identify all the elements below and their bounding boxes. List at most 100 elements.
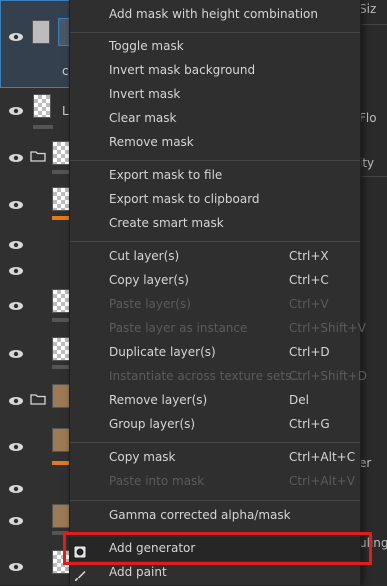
menu-item-label: Add mask with height combination <box>109 7 318 21</box>
menu-item-label: Gamma corrected alpha/mask <box>109 508 291 522</box>
layer-thumbnail[interactable] <box>52 428 70 452</box>
layer-thumbnail[interactable] <box>52 384 70 408</box>
properties-text: uling <box>359 536 387 550</box>
properties-text: Siz <box>359 2 377 16</box>
menu-item-label: Remove mask <box>109 135 194 149</box>
menu-item-label: Create smart mask <box>109 216 224 230</box>
folder-icon <box>30 147 46 162</box>
menu-item-label: Cut layer(s) <box>109 249 180 263</box>
properties-text: ity <box>359 156 375 170</box>
layer-thumbnail[interactable] <box>52 141 70 165</box>
generator-icon <box>74 543 86 558</box>
layer-mask-bar <box>52 170 70 174</box>
menu-item-copy-layer-s[interactable]: Copy layer(s) Ctrl+C <box>70 269 360 293</box>
menu-item-shortcut: Ctrl+Alt+V <box>289 474 355 488</box>
menu-item-cut-layer-s[interactable]: Cut layer(s) Ctrl+X <box>70 245 360 269</box>
menu-item-label: Export mask to file <box>109 168 223 182</box>
menu-item-export-mask-to-file[interactable]: Export mask to file <box>70 164 360 188</box>
visibility-eye-icon[interactable] <box>8 261 24 275</box>
menu-item-instantiate-across-texture-sets: Instantiate across texture sets... Ctrl+S… <box>70 365 367 389</box>
layer-thumbnail[interactable] <box>52 187 70 211</box>
menu-item-shortcut: Ctrl+Shift+V <box>289 321 366 335</box>
menu-separator <box>70 532 360 533</box>
visibility-eye-icon[interactable] <box>8 101 24 115</box>
menu-item-label: Clear mask <box>109 111 177 125</box>
visibility-eye-icon[interactable] <box>8 511 24 525</box>
menu-item-remove-mask[interactable]: Remove mask <box>70 131 360 155</box>
visibility-eye-icon[interactable] <box>8 27 24 41</box>
layer-thumbnail[interactable] <box>52 289 70 313</box>
menu-item-paste-layer-as-instance: Paste layer as instance Ctrl+Shift+V <box>70 317 366 341</box>
menu-item-create-smart-mask[interactable]: Create smart mask <box>70 212 360 236</box>
menu-separator <box>70 500 360 501</box>
layer-mask-bar <box>52 365 70 369</box>
menu-item-paste-into-mask: Paste into mask Ctrl+Alt+V <box>70 470 360 494</box>
layer-thumbnail[interactable] <box>52 337 70 361</box>
menu-item-shortcut: Ctrl+G <box>289 417 330 431</box>
menu-item-label: Export mask to clipboard <box>109 192 260 206</box>
menu-item-toggle-mask[interactable]: Toggle mask <box>70 35 360 59</box>
layer-thumbnail[interactable] <box>52 504 70 528</box>
menu-separator <box>70 160 360 161</box>
menu-item-label: Remove layer(s) <box>109 393 208 407</box>
visibility-eye-icon[interactable] <box>8 557 24 571</box>
menu-item-invert-mask-background[interactable]: Invert mask background <box>70 59 360 83</box>
menu-item-remove-layer-s[interactable]: Remove layer(s) Del <box>70 389 360 413</box>
menu-item-add-paint[interactable]: Add paint <box>70 561 360 585</box>
layer-panel: cL <box>0 0 72 586</box>
menu-item-shortcut: Del <box>289 393 309 407</box>
visibility-eye-icon[interactable] <box>8 391 24 405</box>
layer-name-fragment: c <box>62 64 69 78</box>
menu-item-shortcut: Ctrl+D <box>289 345 330 359</box>
menu-item-label: Paste layer(s) <box>109 297 191 311</box>
menu-item-invert-mask[interactable]: Invert mask <box>70 83 360 107</box>
layer-accent-bar <box>52 216 70 220</box>
visibility-eye-icon[interactable] <box>8 148 24 162</box>
layer-name-fragment: L <box>62 104 69 118</box>
folder-icon <box>30 390 46 405</box>
menu-item-copy-mask[interactable]: Copy mask Ctrl+Alt+C <box>70 446 360 470</box>
menu-item-shortcut: Ctrl+V <box>289 297 329 311</box>
menu-item-add-mask-with-height-combination[interactable]: Add mask with height combination <box>70 3 360 27</box>
properties-text: Flo <box>359 111 377 125</box>
menu-separator <box>70 241 360 242</box>
menu-item-label: Instantiate across texture sets... <box>109 369 303 383</box>
menu-item-add-generator[interactable]: Add generator <box>70 537 360 561</box>
menu-item-label: Duplicate layer(s) <box>109 345 216 359</box>
menu-item-shortcut: Ctrl+X <box>289 249 329 263</box>
visibility-eye-icon[interactable] <box>8 437 24 451</box>
menu-item-gamma-corrected-alpha-mask[interactable]: Gamma corrected alpha/mask <box>70 504 360 528</box>
menu-item-label: Copy layer(s) <box>109 273 189 287</box>
brush-icon <box>74 567 86 581</box>
menu-item-paste-layer-s: Paste layer(s) Ctrl+V <box>70 293 360 317</box>
menu-item-duplicate-layer-s[interactable]: Duplicate layer(s) Ctrl+D <box>70 341 360 365</box>
visibility-eye-icon[interactable] <box>8 479 24 493</box>
layer-mask-bar <box>33 125 53 129</box>
menu-item-shortcut: Ctrl+Alt+C <box>289 450 356 464</box>
visibility-eye-icon[interactable] <box>8 296 24 310</box>
visibility-eye-icon[interactable] <box>8 344 24 358</box>
menu-item-label: Copy mask <box>109 450 176 464</box>
menu-item-label: Add generator <box>109 541 196 555</box>
menu-item-label: Paste layer as instance <box>109 321 248 335</box>
menu-item-label: Paste into mask <box>109 474 205 488</box>
visibility-eye-icon[interactable] <box>8 235 24 249</box>
layer-thumbnail[interactable] <box>33 94 51 118</box>
menu-item-label: Add paint <box>109 565 167 579</box>
layer-accent-bar <box>52 461 70 465</box>
layer-mask-bar <box>52 318 70 322</box>
menu-item-shortcut: Ctrl+Shift+D <box>289 369 367 383</box>
menu-item-group-layer-s[interactable]: Group layer(s) Ctrl+G <box>70 413 360 437</box>
layer-thumbnail[interactable] <box>52 550 70 574</box>
visibility-eye-icon[interactable] <box>8 195 24 209</box>
menu-item-label: Group layer(s) <box>109 417 196 431</box>
menu-item-label: Toggle mask <box>109 39 184 53</box>
menu-item-clear-mask[interactable]: Clear mask <box>70 107 360 131</box>
menu-item-label: Invert mask background <box>109 63 256 77</box>
menu-separator <box>70 32 360 33</box>
menu-item-export-mask-to-clipboard[interactable]: Export mask to clipboard <box>70 188 360 212</box>
layer-thumbnail[interactable] <box>32 20 50 44</box>
menu-item-label: Invert mask <box>109 87 181 101</box>
context-menu: Add mask with height combination Toggle m… <box>69 0 367 585</box>
menu-separator <box>70 442 360 443</box>
